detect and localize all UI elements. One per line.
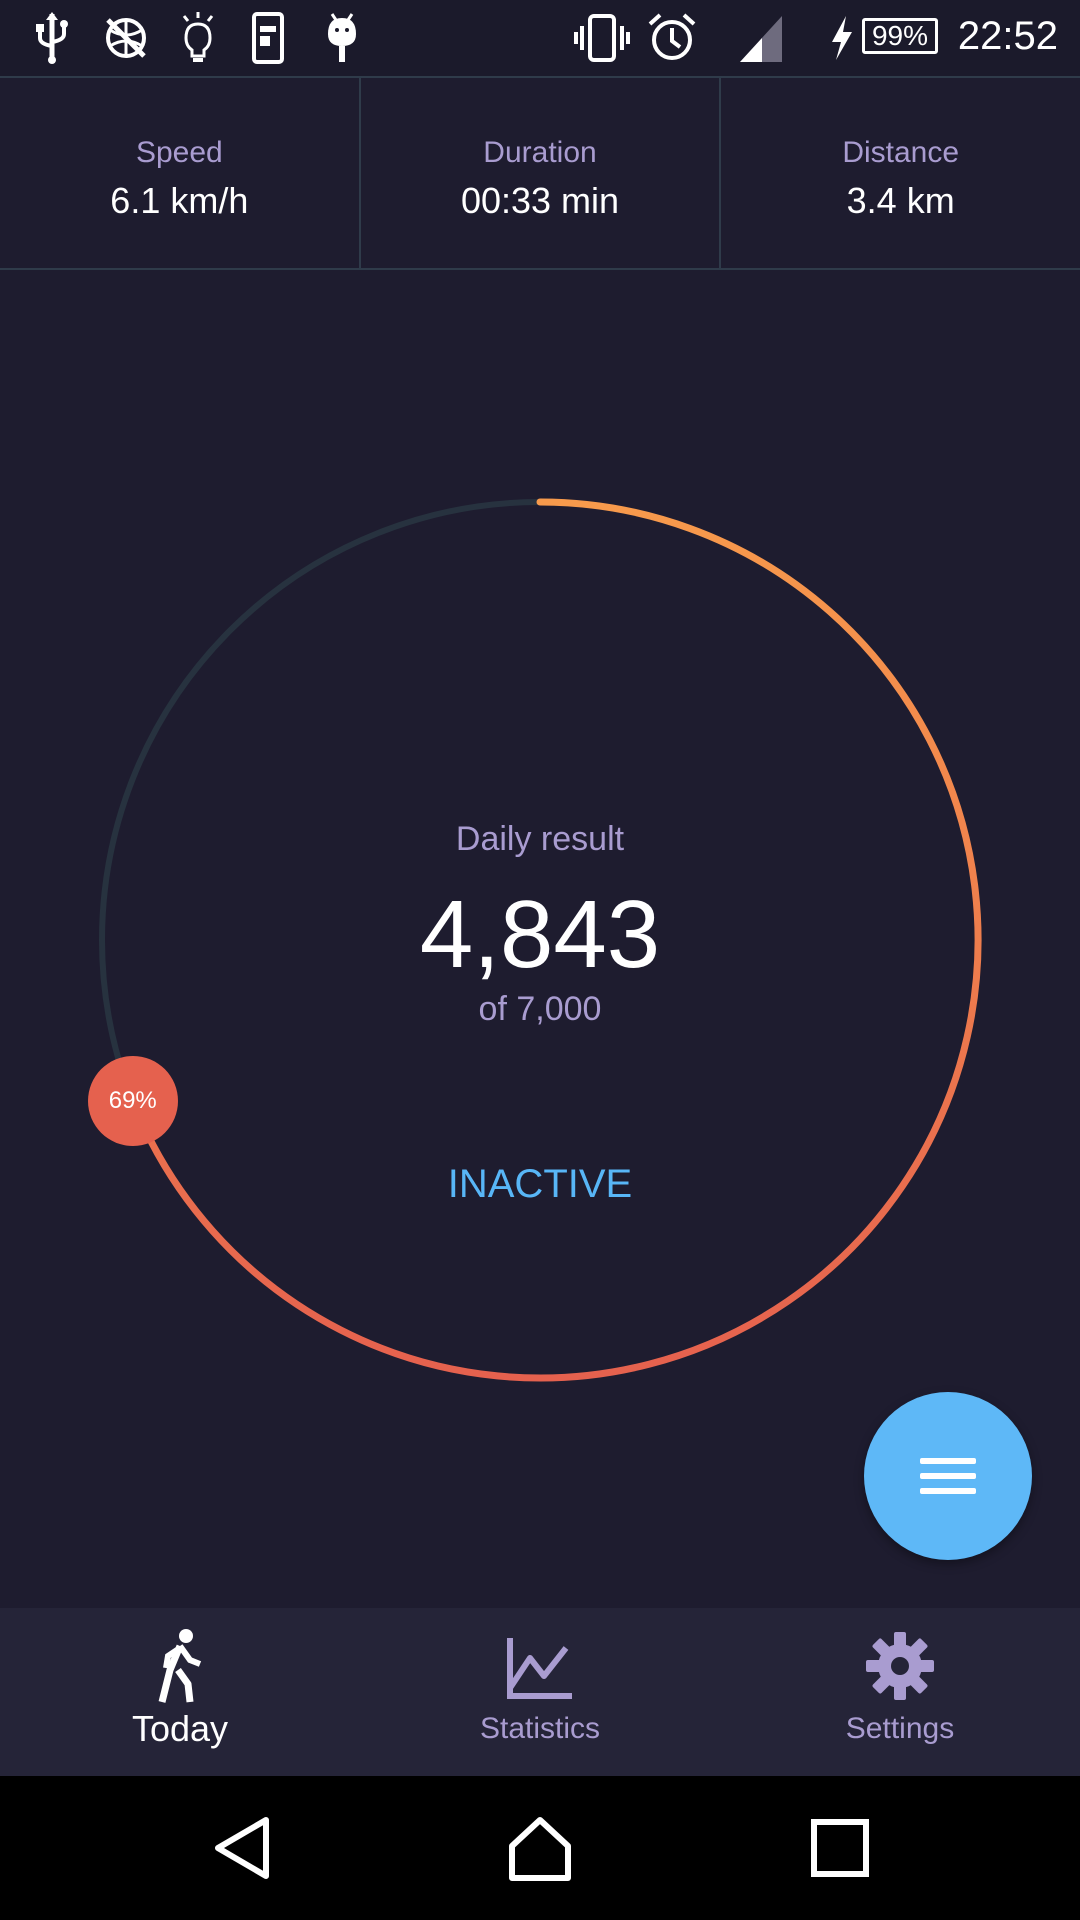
- duration-stat: Duration 00:33 min: [358, 78, 720, 268]
- lightbulb-icon: [182, 12, 214, 62]
- status-toggle-button[interactable]: INACTIVE: [340, 1162, 740, 1207]
- progress-percent-badge: 69%: [87, 1056, 178, 1147]
- nav-statistics[interactable]: Statistics: [360, 1608, 720, 1776]
- battery-icon: 99%: [862, 18, 938, 54]
- menu-icon: [864, 1392, 1032, 1560]
- android-icon: [328, 13, 356, 62]
- menu-fab-button[interactable]: [864, 1392, 1032, 1560]
- gear-icon: [866, 1632, 934, 1700]
- speed-stat: Speed 6.1 km/h: [0, 78, 359, 268]
- distance-label: Distance: [842, 136, 960, 169]
- distance-stat: Distance 3.4 km: [719, 78, 1080, 268]
- home-icon[interactable]: [504, 1812, 576, 1884]
- duration-label: Duration: [483, 136, 597, 169]
- steps-count: 4,843: [419, 881, 661, 988]
- recents-icon[interactable]: [804, 1812, 876, 1884]
- charging-icon: [832, 16, 852, 60]
- distance-value: 3.4 km: [846, 180, 955, 221]
- duration-value: 00:33 min: [460, 180, 620, 221]
- clock: 22:52: [957, 14, 1058, 58]
- status-bar: 99% 22:52: [0, 0, 1080, 76]
- nav-settings[interactable]: Settings: [720, 1608, 1080, 1776]
- nav-today[interactable]: Today: [0, 1608, 360, 1776]
- speed-value: 6.1 km/h: [110, 180, 249, 221]
- alarm-icon: [648, 13, 696, 60]
- nav-statistics-label: Statistics: [479, 1712, 601, 1745]
- usb-icon: [36, 12, 68, 64]
- nav-today-label: Today: [131, 1708, 229, 1749]
- walking-person-icon: [158, 1629, 202, 1703]
- bottom-navigation: Today Statistics Settings: [0, 1608, 1080, 1776]
- device-icon: [252, 12, 284, 64]
- chart-icon: [507, 1638, 572, 1699]
- no-network-icon: [106, 18, 146, 58]
- daily-result-label: Daily result: [455, 820, 625, 858]
- steps-goal: of 7,000: [478, 990, 602, 1028]
- system-navigation-bar: [0, 1776, 1080, 1920]
- stats-panel: Speed 6.1 km/h Duration 00:33 min Distan…: [0, 76, 1080, 270]
- back-icon[interactable]: [206, 1812, 278, 1884]
- vibrate-icon: [574, 14, 630, 62]
- nav-settings-label: Settings: [845, 1712, 955, 1745]
- signal-icon: [740, 16, 782, 62]
- speed-label: Speed: [135, 136, 223, 169]
